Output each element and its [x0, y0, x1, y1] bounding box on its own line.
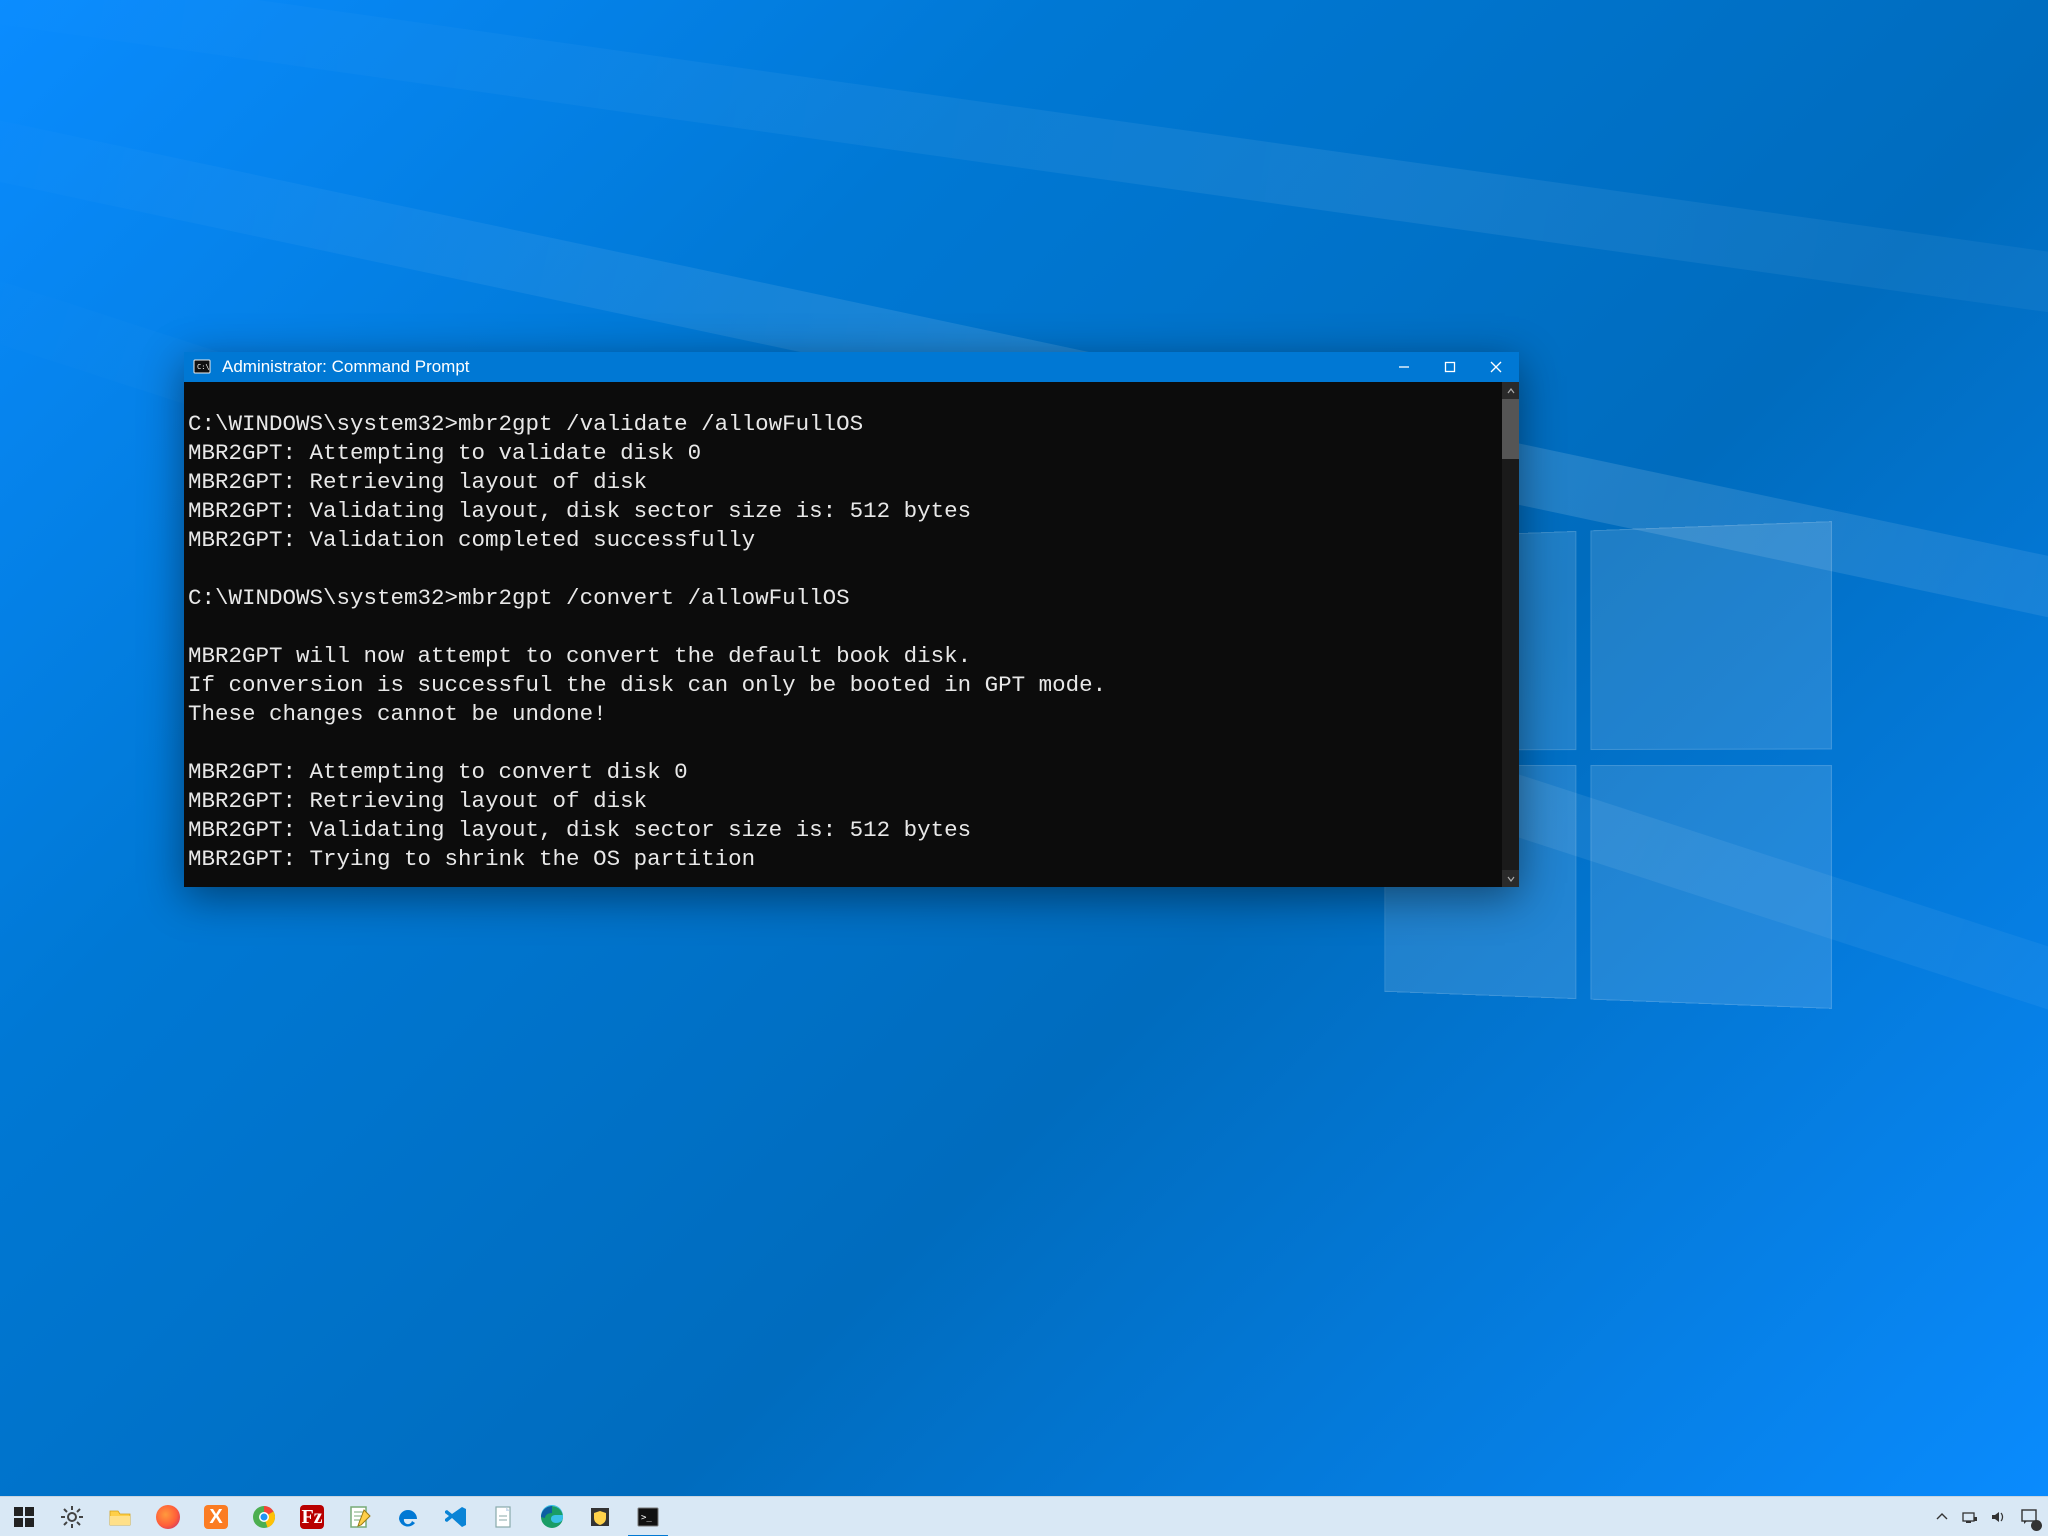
taskbar-chrome[interactable]	[240, 1497, 288, 1536]
notification-badge	[2031, 1520, 2042, 1531]
taskbar-settings[interactable]	[48, 1497, 96, 1536]
scroll-track[interactable]	[1502, 399, 1519, 870]
taskbar-document[interactable]	[480, 1497, 528, 1536]
window-title: Administrator: Command Prompt	[222, 357, 470, 377]
scroll-thumb[interactable]	[1502, 399, 1519, 459]
tray-action-center[interactable]	[2012, 1497, 2046, 1536]
tray-show-hidden-icons[interactable]	[1928, 1497, 1956, 1536]
start-button[interactable]	[0, 1497, 48, 1536]
tray-volume-icon[interactable]	[1984, 1497, 2012, 1536]
cmd-icon: C:\	[190, 355, 214, 379]
close-button[interactable]	[1473, 352, 1519, 382]
window-titlebar[interactable]: C:\ Administrator: Command Prompt	[184, 352, 1519, 382]
terminal-output[interactable]: C:\WINDOWS\system32>mbr2gpt /validate /a…	[184, 382, 1502, 887]
scroll-up-button[interactable]	[1502, 382, 1519, 399]
taskbar-security[interactable]	[576, 1497, 624, 1536]
terminal-body[interactable]: C:\WINDOWS\system32>mbr2gpt /validate /a…	[184, 382, 1519, 887]
taskbar-firefox[interactable]	[144, 1497, 192, 1536]
svg-text:>_: >_	[641, 1513, 652, 1523]
minimize-button[interactable]	[1381, 352, 1427, 382]
taskbar-file-explorer[interactable]	[96, 1497, 144, 1536]
taskbar-cmd[interactable]: >_	[624, 1497, 672, 1536]
taskbar-filezilla[interactable]: Fz	[288, 1497, 336, 1536]
scroll-down-button[interactable]	[1502, 870, 1519, 887]
taskbar-vscode[interactable]	[432, 1497, 480, 1536]
system-tray[interactable]	[1928, 1497, 2048, 1536]
taskbar-notepadpp[interactable]	[336, 1497, 384, 1536]
terminal-scrollbar[interactable]	[1502, 382, 1519, 887]
taskbar-edge[interactable]	[528, 1497, 576, 1536]
command-prompt-window[interactable]: C:\ Administrator: Command Prompt C:\WIN…	[184, 352, 1519, 887]
maximize-button[interactable]	[1427, 352, 1473, 382]
taskbar[interactable]: X Fz >_	[0, 1496, 2048, 1536]
svg-text:C:\: C:\	[197, 363, 210, 371]
desktop[interactable]: C:\ Administrator: Command Prompt C:\WIN…	[0, 0, 2048, 1536]
tray-network-icon[interactable]	[1956, 1497, 1984, 1536]
taskbar-xampp[interactable]: X	[192, 1497, 240, 1536]
taskbar-edge-legacy[interactable]	[384, 1497, 432, 1536]
